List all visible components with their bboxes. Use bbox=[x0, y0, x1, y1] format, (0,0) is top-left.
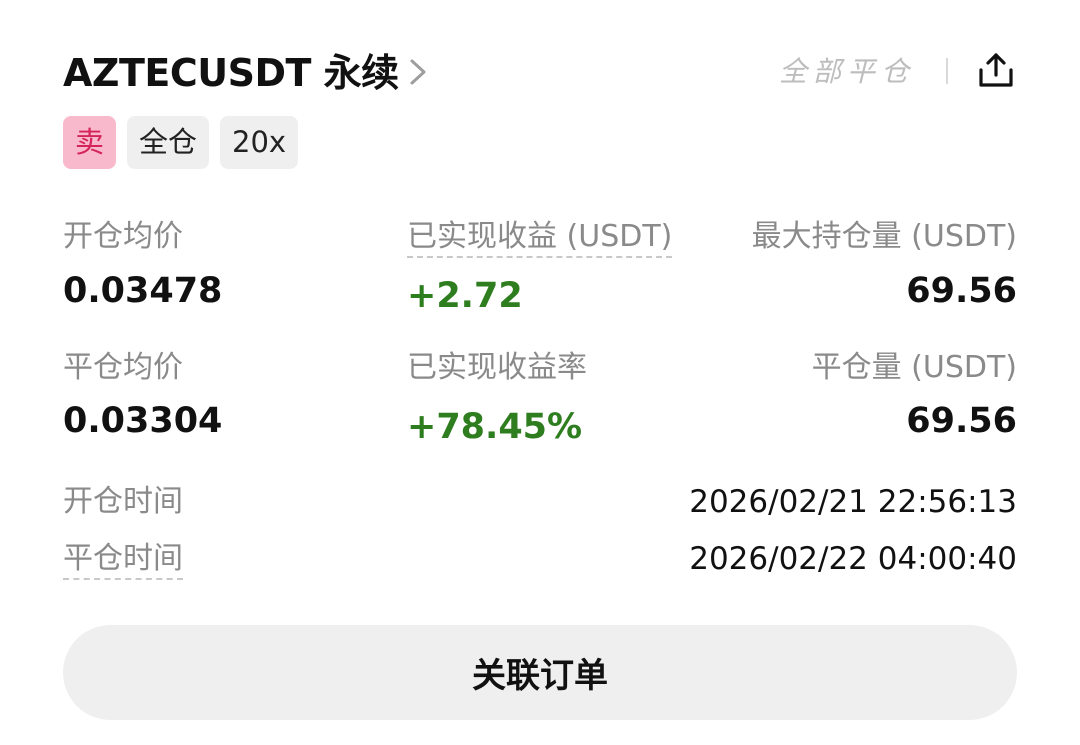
close-all-button[interactable]: 全部平仓 bbox=[779, 55, 915, 89]
realized-pnl-rate-label: 已实现收益率 bbox=[407, 350, 587, 385]
close-avg-price-value: 0.03304 bbox=[63, 401, 223, 441]
realized-pnl-value: +2.72 bbox=[407, 276, 523, 316]
realized-pnl-rate-value: +78.45% bbox=[407, 407, 583, 447]
symbol-title[interactable]: AZTECUSDT 永续 bbox=[63, 50, 399, 96]
chevron-right-icon[interactable] bbox=[406, 55, 430, 89]
realized-pnl-label[interactable]: 已实现收益 (USDT) bbox=[407, 219, 673, 258]
header-divider bbox=[946, 58, 948, 84]
open-avg-price-value: 0.03478 bbox=[63, 271, 223, 311]
related-orders-button[interactable]: 关联订单 bbox=[63, 625, 1017, 720]
share-icon[interactable] bbox=[976, 50, 1016, 90]
margin-mode-badge: 全仓 bbox=[127, 116, 210, 169]
open-time-value: 2026/02/21 22:56:13 bbox=[689, 484, 1017, 520]
close-time-label-text[interactable]: 平仓时间 bbox=[63, 541, 183, 580]
position-tags: 卖 全仓 20x bbox=[63, 116, 299, 169]
open-time-label: 开仓时间 bbox=[63, 484, 183, 519]
close-amount-value: 69.56 bbox=[906, 401, 1017, 441]
max-position-value: 69.56 bbox=[906, 271, 1017, 311]
position-history-card: AZTECUSDT 永续 全部平仓 卖 全仓 20x 开仓均价 0.03478 … bbox=[0, 0, 1080, 745]
close-amount-label: 平仓量 (USDT) bbox=[811, 350, 1017, 385]
leverage-badge: 20x bbox=[220, 116, 299, 169]
realized-pnl-label-text[interactable]: 已实现收益 (USDT) bbox=[407, 219, 673, 258]
max-position-label: 最大持仓量 (USDT) bbox=[751, 219, 1017, 254]
side-badge: 卖 bbox=[63, 116, 117, 169]
open-avg-price-label: 开仓均价 bbox=[63, 219, 183, 254]
close-time-label[interactable]: 平仓时间 bbox=[63, 541, 183, 580]
close-time-value: 2026/02/22 04:00:40 bbox=[689, 541, 1017, 577]
close-avg-price-label: 平仓均价 bbox=[63, 350, 183, 385]
